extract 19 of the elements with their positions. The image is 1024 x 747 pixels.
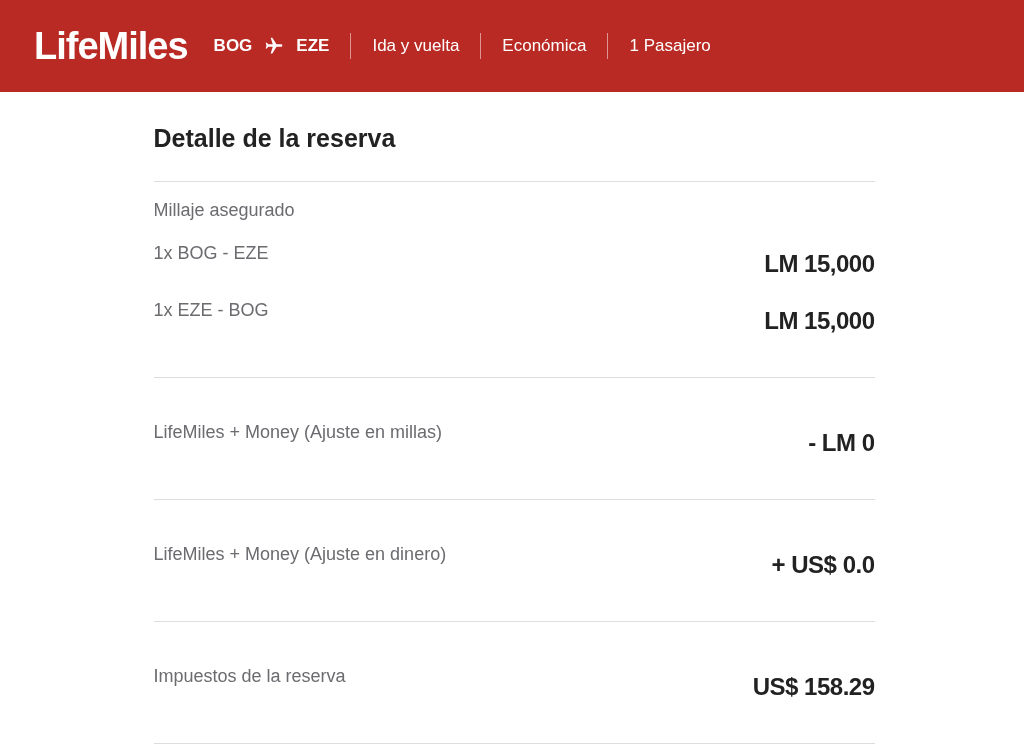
row-label: LifeMiles + Money (Ajuste en dinero) [153, 543, 447, 565]
row-label: 1x EZE - BOG [153, 299, 269, 321]
airplane-icon [264, 36, 285, 56]
destination-code: EZE [296, 36, 330, 56]
row-label: 1x BOG - EZE [153, 242, 269, 264]
section-heading: Millaje asegurado [153, 200, 296, 221]
row-label: Impuestos de la reserva [153, 665, 346, 687]
trip-detail: Ida y vuelta [350, 33, 481, 59]
page-title: Detalle de la reserva [153, 123, 397, 154]
row-amount: LM 15,000 [764, 249, 875, 278]
row-amount: - LM 0 [808, 428, 875, 457]
trip-detail: Económica [480, 33, 608, 59]
row-amount: + US$ 0.0 [771, 550, 875, 579]
row-label: LifeMiles + Money (Ajuste en millas) [153, 421, 443, 443]
trip-detail: 1 Pasajero [607, 33, 732, 59]
origin-code: BOG [213, 36, 253, 56]
row-amount: US$ 158.29 [752, 672, 875, 701]
row-amount: LM 15,000 [764, 306, 875, 335]
logo: LifeMiles [34, 24, 188, 68]
